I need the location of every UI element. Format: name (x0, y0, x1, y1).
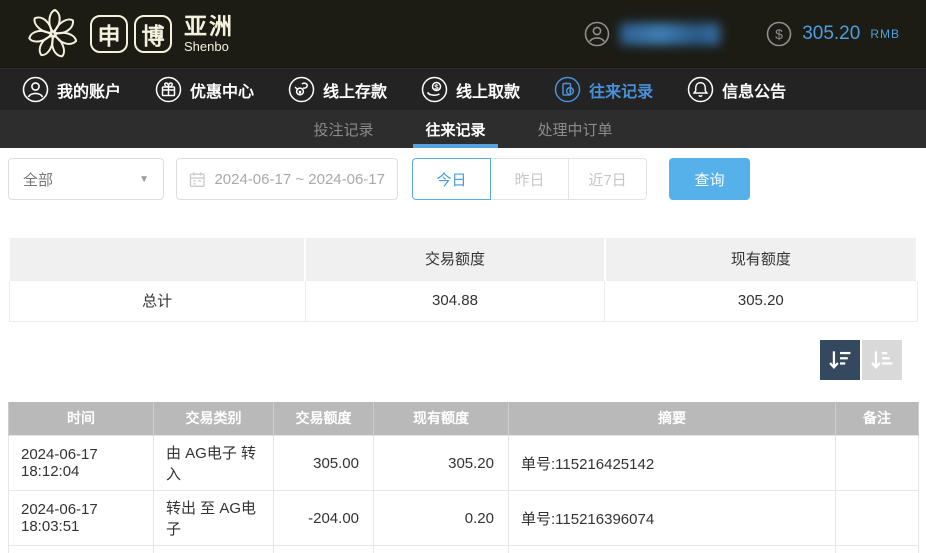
withdraw-hand-coin-icon: $ (421, 76, 448, 103)
sort-controls (24, 340, 902, 380)
summary-header-empty (9, 238, 305, 280)
summary-header-balance: 现有额度 (605, 238, 917, 280)
logo-region-text: 亚洲 (184, 15, 234, 38)
cell-memo: 单号:202406183647537491 (509, 546, 836, 553)
nav-label: 优惠中心 (190, 78, 254, 102)
svg-text:$: $ (775, 26, 783, 42)
transactions-record-icon (554, 76, 581, 103)
cell-time: 2024-06-17 18:12:04 (9, 436, 154, 491)
sort-ascending-icon (869, 347, 895, 373)
header-type: 交易类别 (154, 402, 274, 436)
query-button[interactable]: 查询 (669, 158, 750, 200)
summary-total-balance: 305.20 (605, 280, 917, 321)
type-dropdown[interactable]: 全部 ▼ (8, 158, 164, 200)
chevron-down-icon: ▼ (139, 174, 149, 185)
gift-icon (155, 76, 182, 103)
header-amount: 交易额度 (274, 402, 374, 436)
summary-total-label: 总计 (9, 280, 305, 321)
sort-descending-icon (827, 347, 853, 373)
lotus-flower-icon (26, 7, 80, 61)
subtab-pending-orders[interactable]: 处理中订单 (534, 110, 617, 148)
summary-header-amount: 交易额度 (305, 238, 604, 280)
nav-label: 线上存款 (323, 78, 387, 102)
header-balance: 现有额度 (374, 402, 509, 436)
nav-item-withdraw[interactable]: $ 线上取款 (421, 76, 520, 103)
balance-display[interactable]: $ 305.20 RMB (766, 21, 900, 47)
cell-balance: 204.20 (374, 546, 509, 553)
nav-item-my-account[interactable]: 我的账户 (22, 76, 121, 103)
cell-note (836, 491, 919, 546)
header-memo: 摘要 (509, 402, 836, 436)
balance-currency: RMB (870, 27, 900, 41)
nav-item-announcements[interactable]: 信息公告 (687, 76, 786, 103)
cell-amount: -204.00 (274, 491, 374, 546)
balance-amount: 305.20 (802, 23, 860, 45)
nav-label: 往来记录 (589, 78, 653, 102)
logo-char-bo: 博 (134, 15, 172, 53)
brand-logo[interactable]: 申 博 亚洲 Shenbo (26, 7, 234, 61)
bell-icon (687, 76, 714, 103)
table-row: 2024-06-17 18:12:04 由 AG电子 转入 305.00 305… (9, 436, 919, 491)
date-range-input[interactable]: 2024-06-17 ~ 2024-06-17 (176, 158, 398, 200)
subtab-label: 投注记录 (313, 119, 373, 140)
user-circle-icon (584, 21, 610, 47)
header-time: 时间 (9, 402, 154, 436)
filter-bar: 全部 ▼ 2024-06-17 ~ 2024-06-17 今日 昨日 近7日 查… (0, 148, 926, 200)
table-row: 2024-06-17 18:03:39 CGPAY支付 200.00 204.2… (9, 546, 919, 553)
cell-type: CGPAY支付 (154, 546, 274, 553)
sort-ascending-button[interactable] (862, 340, 902, 380)
subtab-label: 往来记录 (425, 119, 485, 140)
summary-table: 交易额度 现有额度 总计 304.88 305.20 (8, 238, 918, 322)
cell-note: CG钱包 (836, 546, 919, 553)
nav-item-promotions[interactable]: 优惠中心 (155, 76, 254, 103)
logo-subtitle: Shenbo (184, 40, 234, 53)
yesterday-button[interactable]: 昨日 (490, 158, 569, 200)
cell-amount: 200.00 (274, 546, 374, 553)
cell-balance: 0.20 (374, 491, 509, 546)
cell-memo: 单号:115216396074 (509, 491, 836, 546)
nav-item-transactions[interactable]: 往来记录 (554, 76, 653, 103)
cell-type: 转出 至 AG电子 (154, 491, 274, 546)
quick-range-group: 今日 昨日 近7日 (412, 158, 647, 200)
today-button[interactable]: 今日 (412, 158, 491, 200)
cell-time: 2024-06-17 18:03:51 (9, 491, 154, 546)
summary-total-amount: 304.88 (305, 280, 604, 321)
cell-time: 2024-06-17 18:03:39 (9, 546, 154, 553)
header-note: 备注 (836, 402, 919, 436)
user-icon (22, 76, 49, 103)
cell-note (836, 436, 919, 491)
last-7-days-button[interactable]: 近7日 (568, 158, 647, 200)
logo-char-shen: 申 (90, 15, 128, 53)
calendar-icon (189, 171, 205, 188)
date-range-value: 2024-06-17 ~ 2024-06-17 (214, 171, 385, 188)
cell-type: 由 AG电子 转入 (154, 436, 274, 491)
cell-balance: 305.20 (374, 436, 509, 491)
transactions-table: 时间 交易类别 交易额度 现有额度 摘要 备注 2024-06-17 18:12… (8, 402, 919, 553)
username-redacted (620, 23, 720, 45)
nav-label: 信息公告 (722, 78, 786, 102)
nav-item-deposit[interactable]: 线上存款 (288, 76, 387, 103)
main-nav: 我的账户 优惠中心 线上存款 $ 线上取款 (0, 68, 926, 110)
table-row: 2024-06-17 18:03:51 转出 至 AG电子 -204.00 0.… (9, 491, 919, 546)
record-subtabs: 投注记录 往来记录 处理中订单 (0, 110, 926, 148)
cell-amount: 305.00 (274, 436, 374, 491)
cell-memo: 单号:115216425142 (509, 436, 836, 491)
account-info[interactable] (584, 21, 720, 47)
deposit-hand-coin-icon (288, 76, 315, 103)
sort-descending-button[interactable] (820, 340, 860, 380)
table-header-row: 时间 交易类别 交易额度 现有额度 摘要 备注 (9, 402, 919, 436)
type-dropdown-value: 全部 (23, 169, 53, 190)
top-header: 申 博 亚洲 Shenbo $ 305.20 RMB (0, 0, 926, 68)
dollar-coin-icon: $ (766, 21, 792, 47)
subtab-transactions[interactable]: 往来记录 (421, 110, 489, 148)
nav-label: 我的账户 (57, 78, 121, 102)
nav-label: 线上取款 (456, 78, 520, 102)
subtab-bet-records[interactable]: 投注记录 (309, 110, 377, 148)
summary-total-row: 总计 304.88 305.20 (9, 280, 917, 321)
subtab-label: 处理中订单 (538, 119, 613, 140)
